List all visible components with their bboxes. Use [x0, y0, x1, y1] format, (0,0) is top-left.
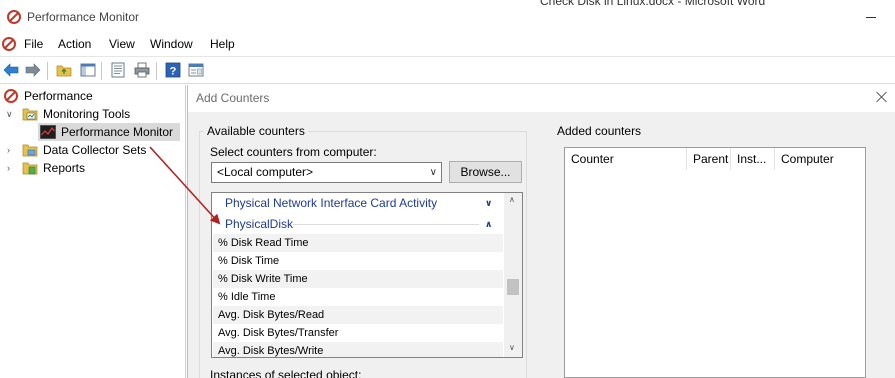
tree-item-data-collector-sets[interactable]: › Data Collector Sets: [6, 141, 182, 159]
toolbar-separator: [156, 62, 157, 80]
title-bar: Performance Monitor Check Disk in Linux.…: [0, 0, 895, 34]
toolbar-separator: [101, 62, 102, 80]
available-counters-label: Available counters: [204, 124, 308, 138]
chevron-up-icon[interactable]: ∧: [485, 214, 492, 234]
category-divider: [293, 224, 479, 225]
menu-window[interactable]: Window: [150, 37, 193, 51]
category-physical-network-interface-card-activity[interactable]: Physical Network Interface Card Activity…: [213, 193, 505, 213]
menu-bar: File Action View Window Help: [0, 34, 895, 55]
counter-item[interactable]: % Disk Read Time: [213, 234, 503, 252]
chevron-right-icon[interactable]: ›: [7, 141, 10, 159]
show-hide-console-tree-icon[interactable]: [80, 62, 96, 78]
dialog-body: Available counters Select counters from …: [188, 112, 895, 378]
tree-item-performance-monitor[interactable]: Performance Monitor: [38, 123, 180, 141]
category-label: Physical Network Interface Card Activity: [225, 196, 438, 210]
back-arrow-icon[interactable]: [3, 62, 19, 78]
close-icon[interactable]: [874, 89, 890, 105]
scroll-thumb[interactable]: [507, 279, 519, 295]
counter-item[interactable]: Avg. Disk Bytes/Write: [213, 342, 503, 357]
column-header-counter[interactable]: Counter: [565, 148, 687, 170]
tree-item-monitoring-tools[interactable]: ∨ Monitoring Tools: [6, 105, 182, 123]
counter-item[interactable]: % Idle Time: [213, 288, 503, 306]
window-title: Performance Monitor: [27, 10, 140, 24]
tree-item-label: Reports: [43, 161, 86, 175]
folder-icon: [22, 108, 38, 121]
dialog-title: Add Counters: [196, 91, 270, 105]
toolbar: ?: [0, 56, 895, 84]
category-physicaldisk[interactable]: PhysicalDisk ∧: [213, 214, 505, 234]
menu-help[interactable]: Help: [210, 37, 235, 51]
computer-combobox[interactable]: <Local computer> ∨: [211, 162, 442, 183]
chevron-down-icon[interactable]: ∨: [6, 105, 13, 123]
instances-label: Instances of selected object:: [210, 368, 362, 378]
toolbar-separator: [47, 62, 48, 80]
browse-button[interactable]: Browse...: [449, 161, 522, 183]
forward-arrow-icon[interactable]: [25, 62, 41, 78]
tree-item-label: Performance Monitor: [61, 125, 174, 139]
counter-item[interactable]: % Disk Write Time: [213, 270, 503, 288]
console-tree: Performance ∨ Monitoring Tools Performan…: [0, 85, 186, 378]
chevron-down-icon[interactable]: ∨: [430, 163, 437, 182]
column-header-instance[interactable]: Inst...: [731, 148, 775, 170]
minimize-button[interactable]: [860, 6, 884, 26]
tree-item-label: Data Collector Sets: [43, 143, 147, 157]
help-icon[interactable]: ?: [165, 62, 181, 78]
counters-listbox[interactable]: Physical Network Interface Card Activity…: [211, 192, 523, 358]
computer-combobox-value: <Local computer>: [217, 165, 314, 179]
column-header-computer[interactable]: Computer: [775, 148, 865, 170]
chevron-down-icon[interactable]: ∨: [485, 193, 492, 213]
select-from-computer-label: Select counters from computer:: [210, 145, 377, 159]
tree-item-label: Performance: [24, 89, 93, 103]
scroll-up-arrow-icon[interactable]: ∧: [509, 195, 515, 204]
performance-chart-icon: [40, 125, 56, 139]
column-header-parent[interactable]: Parent: [687, 148, 731, 170]
counter-item[interactable]: Avg. Disk Bytes/Read: [213, 306, 503, 324]
scroll-down-arrow-icon[interactable]: ∨: [509, 343, 515, 352]
export-list-icon[interactable]: [110, 62, 126, 78]
tree-item-label: Monitoring Tools: [43, 107, 131, 121]
menu-action[interactable]: Action: [58, 37, 91, 51]
counters-scrollbar[interactable]: ∧ ∨: [504, 193, 522, 357]
svg-text:?: ?: [170, 66, 177, 78]
up-folder-icon[interactable]: [56, 62, 72, 78]
tree-item-performance[interactable]: Performance: [4, 87, 182, 105]
counter-item[interactable]: % Disk Time: [213, 252, 503, 270]
menu-view[interactable]: View: [109, 37, 135, 51]
category-label: PhysicalDisk: [225, 217, 294, 231]
menu-file[interactable]: File: [24, 37, 43, 51]
performance-monitor-icon: [7, 10, 21, 24]
added-counters-list[interactable]: Counter Parent Inst... Computer: [564, 147, 866, 378]
tree-item-reports[interactable]: › Reports: [6, 159, 182, 177]
print-icon[interactable]: [134, 62, 150, 78]
reports-folder-icon: [22, 162, 38, 175]
performance-icon: [4, 89, 18, 103]
system-menu-icon[interactable]: [2, 37, 16, 51]
properties-icon[interactable]: [188, 62, 204, 78]
background-window-title: Check Disk in Linux.docx - Microsoft Wor…: [540, 0, 766, 8]
add-counters-dialog: Add Counters Available counters Select c…: [187, 85, 895, 378]
added-counters-label: Added counters: [557, 124, 642, 138]
data-collector-folder-icon: [22, 144, 38, 157]
counter-item[interactable]: Avg. Disk Bytes/Transfer: [213, 324, 503, 342]
chevron-right-icon[interactable]: ›: [7, 159, 10, 177]
